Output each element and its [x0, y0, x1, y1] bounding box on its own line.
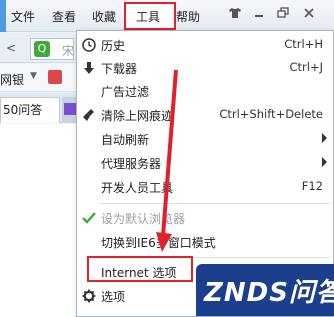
close-icon[interactable]	[300, 6, 318, 24]
search-placeholder: 宋	[62, 44, 75, 58]
bookmark-netbank[interactable]: 网银	[0, 71, 24, 88]
menu-help[interactable]: 帮助	[176, 8, 200, 25]
bookmark-site-icon[interactable]	[48, 70, 62, 84]
menu-item-downloader[interactable]: 下载器 Ctrl+J	[77, 56, 333, 80]
internet-options-highlight-box	[87, 256, 193, 282]
broom-icon	[82, 108, 96, 122]
menu-item-set-default-browser: 设为默认浏览器	[77, 206, 333, 230]
menu-item-label: 下载器	[101, 62, 138, 76]
menu-item-label: 选项	[101, 290, 126, 304]
tab-favicon-icon	[64, 103, 76, 115]
back-forward-chevron-icon[interactable]: <	[6, 41, 16, 55]
menu-separator	[99, 203, 331, 204]
menu-item-auto-refresh[interactable]: 自动刷新	[77, 127, 333, 151]
menu-item-clear-traces[interactable]: 清除上网痕迹 Ctrl+Shift+Delete	[77, 103, 333, 127]
menu-item-label: 广告过滤	[101, 85, 150, 99]
menu-item-label: 清除上网痕迹	[101, 109, 174, 123]
menu-item-label: 设为默认浏览器	[101, 212, 186, 226]
menu-item-developer-tools[interactable]: 开发人员工具 F12	[77, 175, 333, 199]
menu-item-shortcut: F12	[301, 179, 323, 193]
restore-icon[interactable]	[274, 6, 292, 24]
tab-active[interactable]: 50问答	[0, 97, 60, 123]
menu-item-label: 自动刷新	[101, 133, 150, 147]
menu-item-history[interactable]: 历史 Ctrl+H	[77, 33, 333, 57]
checkmark-icon	[82, 211, 96, 225]
download-arrow-icon	[82, 61, 96, 75]
submenu-arrow-icon	[322, 133, 327, 143]
menu-item-shortcut: Ctrl+J	[289, 60, 324, 74]
clock-icon	[82, 38, 96, 52]
menu-item-label: 开发人员工具	[101, 181, 174, 195]
menu-item-label: 历史	[101, 39, 126, 53]
submenu-arrow-icon	[322, 157, 327, 167]
menu-file[interactable]: 文件	[11, 8, 35, 25]
browser-logo-strip	[0, 0, 6, 32]
menu-favorites[interactable]: 收藏	[92, 8, 116, 25]
menu-item-label: 切换到IE6多窗口模式	[101, 236, 216, 250]
watermark-text: ZNDS问答	[204, 278, 334, 308]
menu-item-proxy-server[interactable]: 代理服务器	[77, 151, 333, 175]
menu-view[interactable]: 查看	[52, 8, 76, 25]
menu-item-ad-filter[interactable]: 广告过滤	[77, 79, 333, 103]
menu-item-shortcut: Ctrl+Shift+Delete	[219, 107, 323, 121]
menu-item-ie6-mode[interactable]: 切换到IE6多窗口模式	[77, 230, 333, 254]
search-engine-icon[interactable]: Q	[34, 41, 50, 57]
skin-shirt-icon[interactable]	[226, 6, 244, 24]
bookmark-dropdown-icon[interactable]: ▼	[30, 71, 37, 81]
minimize-icon[interactable]	[250, 6, 268, 24]
menu-item-shortcut: Ctrl+H	[284, 37, 323, 51]
gear-icon	[82, 289, 96, 303]
menu-item-label: 代理服务器	[101, 157, 162, 171]
menu-tools[interactable]: 工具	[136, 8, 160, 25]
